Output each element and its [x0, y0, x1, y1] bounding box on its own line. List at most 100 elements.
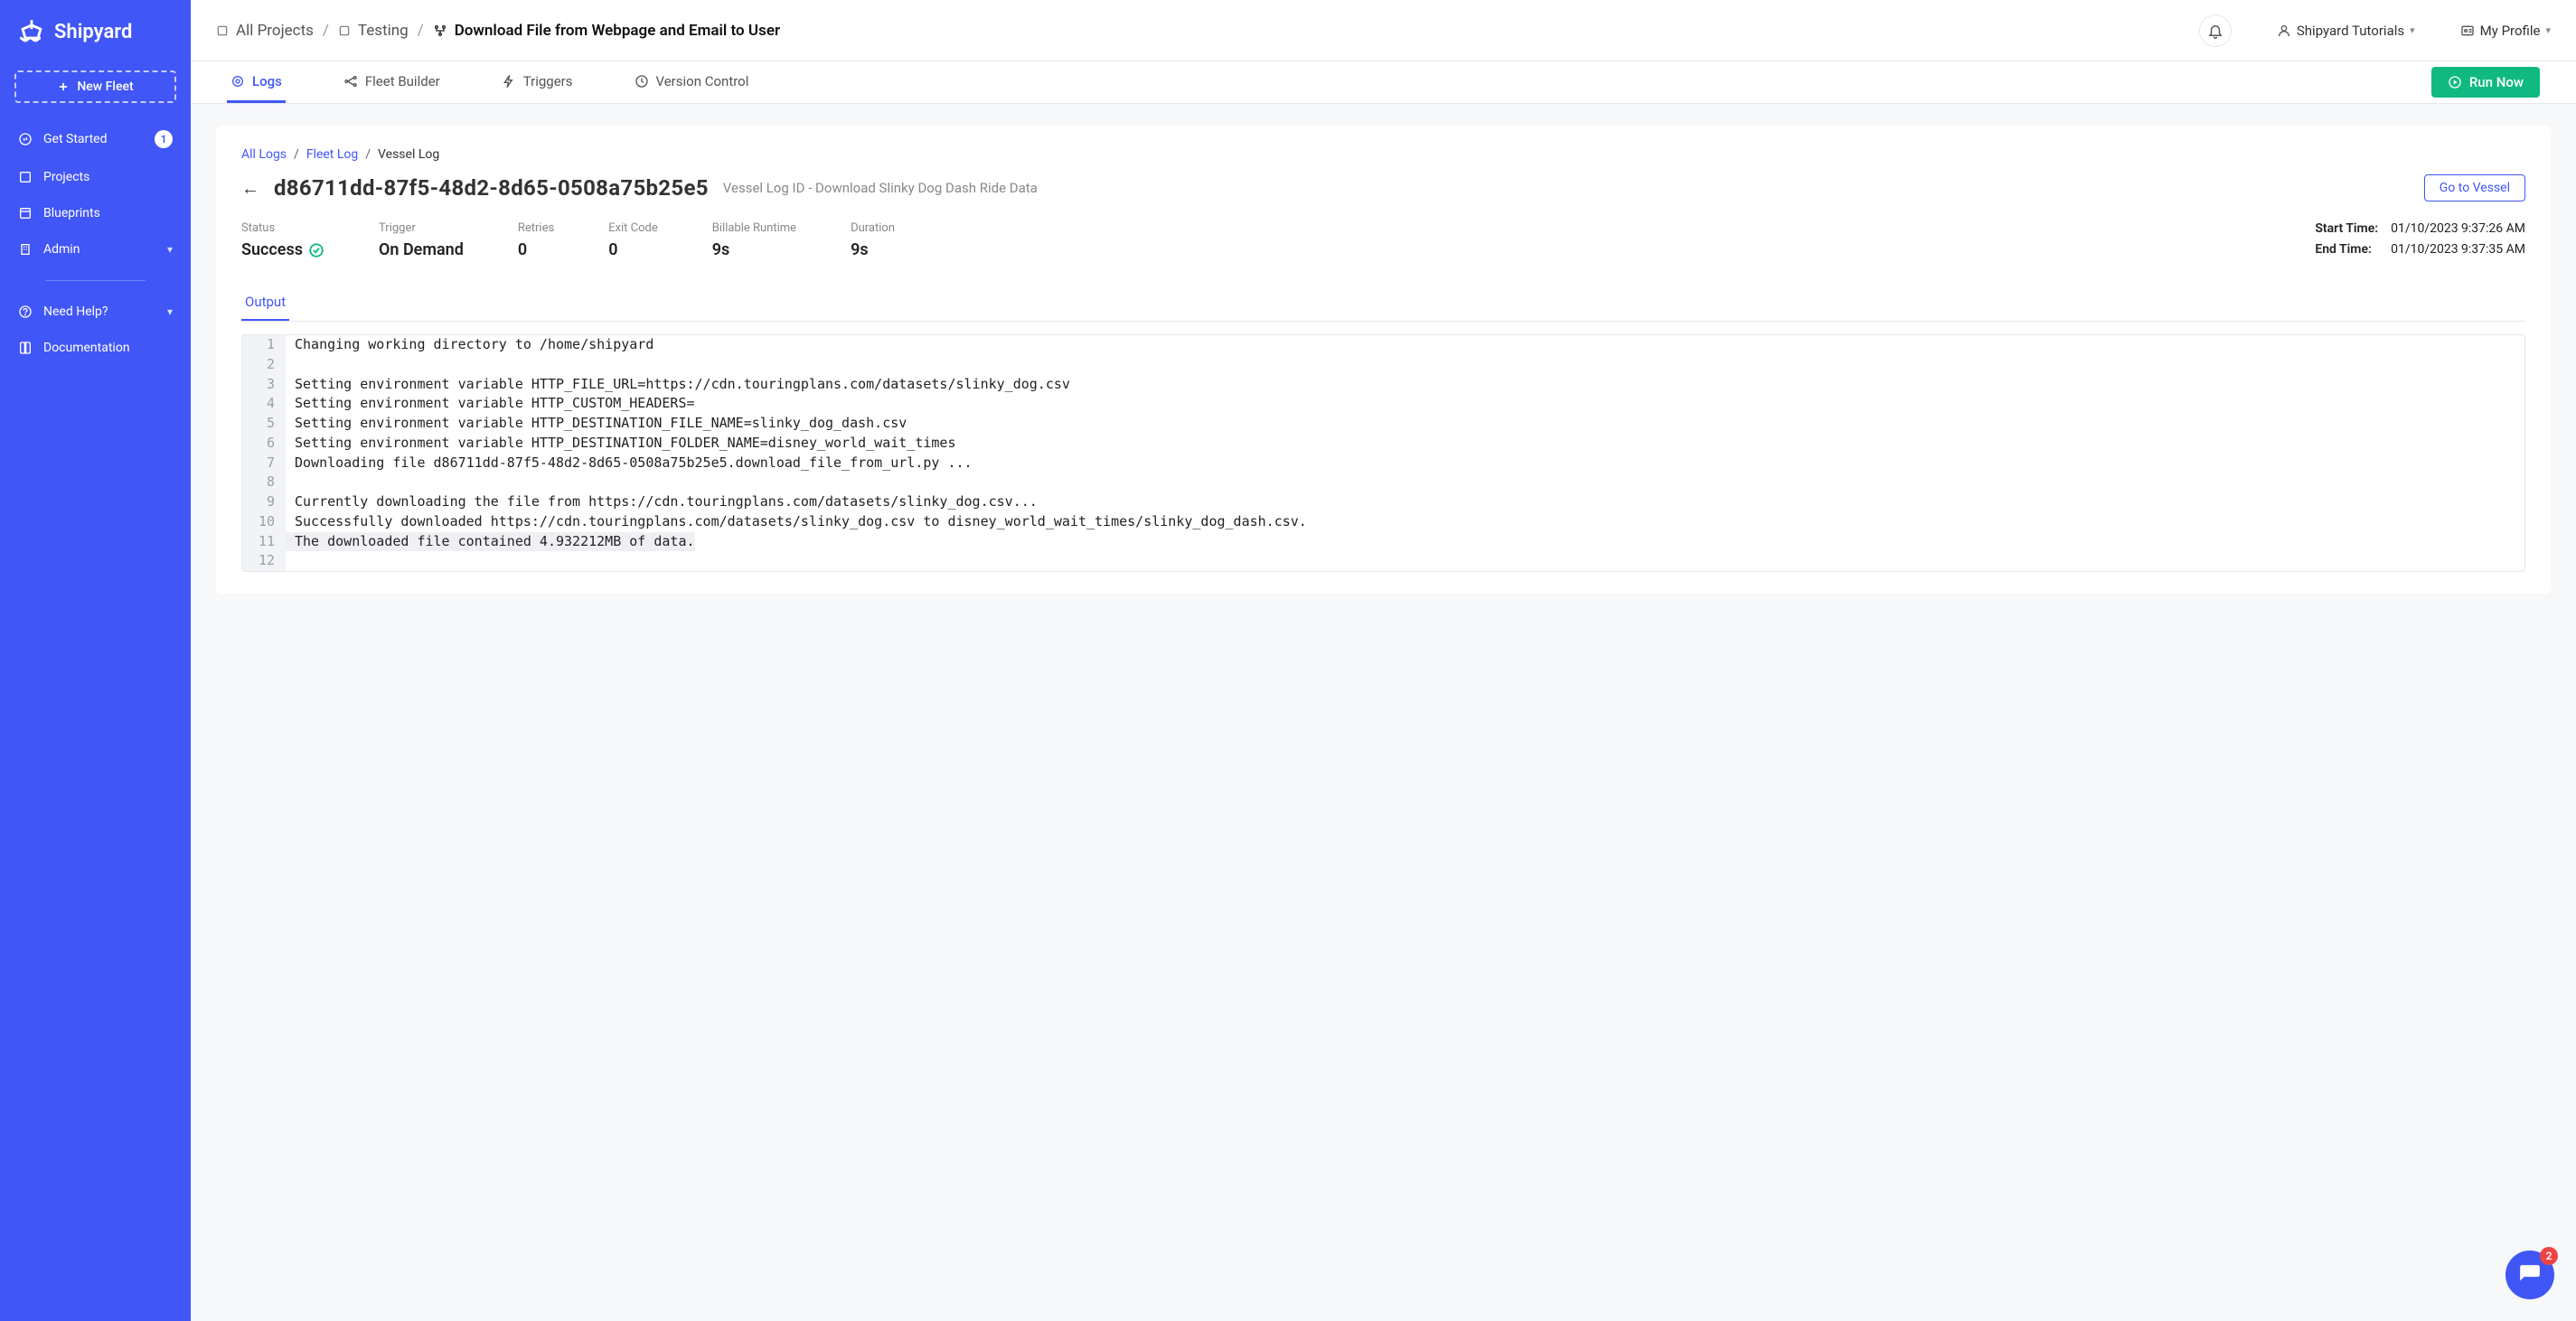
main: All Projects / Testing / Download File f…	[191, 0, 2576, 1321]
stat-value: Success	[241, 240, 324, 259]
sidebar-item-admin[interactable]: Admin ▾	[0, 231, 191, 267]
profile-link[interactable]: My Profile ▾	[2460, 23, 2551, 39]
stat-label: Billable Runtime	[712, 221, 796, 235]
log-output[interactable]: 1Changing working directory to /home/shi…	[241, 334, 2525, 572]
line-text	[286, 473, 295, 492]
chat-notification-badge: 2	[2540, 1247, 2558, 1265]
breadcrumb-all-projects[interactable]: All Projects	[216, 22, 314, 40]
log-line: 9Currently downloading the file from htt…	[242, 492, 2524, 512]
line-text: Setting environment variable HTTP_CUSTOM…	[286, 394, 695, 414]
stat-label: Retries	[518, 221, 554, 235]
tab-label: Logs	[252, 73, 282, 89]
target-icon	[230, 74, 245, 89]
inner-breadcrumb: All Logs / Fleet Log / Vessel Log	[241, 147, 2525, 162]
plus-icon	[57, 80, 70, 93]
output-tabs: Output	[241, 285, 2525, 322]
log-line: 8	[242, 473, 2524, 492]
stats-row: Status Success Trigger On Demand Retries…	[241, 221, 2525, 259]
play-icon	[2448, 75, 2462, 89]
line-text: Setting environment variable HTTP_DESTIN…	[286, 434, 956, 454]
stat-label: Duration	[851, 221, 895, 235]
id-icon	[2460, 23, 2475, 38]
stat-label: Exit Code	[608, 221, 658, 235]
chevron-down-icon: ▾	[2410, 24, 2415, 36]
sidebar-item-projects[interactable]: Projects	[0, 159, 191, 195]
tab-version-control[interactable]: Version Control	[631, 61, 753, 103]
line-text: Downloading file d86711dd-87f5-48d2-8d65…	[286, 454, 973, 473]
sidebar-item-get-started[interactable]: Get Started 1	[0, 119, 191, 159]
line-number: 4	[242, 394, 286, 414]
brand[interactable]: Shipyard	[0, 11, 191, 63]
breadcrumb-current[interactable]: Download File from Webpage and Email to …	[433, 22, 780, 40]
log-line: 3Setting environment variable HTTP_FILE_…	[242, 375, 2524, 395]
stat-value: On Demand	[379, 240, 464, 259]
fleet-icon	[433, 23, 447, 38]
user-icon	[2277, 23, 2291, 38]
folder-icon	[338, 24, 351, 37]
line-number: 7	[242, 454, 286, 473]
back-arrow-icon[interactable]: ←	[241, 177, 259, 200]
tab-logs[interactable]: Logs	[227, 61, 286, 103]
stat-retries: Retries 0	[518, 221, 554, 259]
separator: /	[365, 147, 371, 162]
breadcrumb-separator: /	[418, 22, 424, 40]
sidebar-item-blueprints[interactable]: Blueprints	[0, 195, 191, 231]
log-line: 12	[242, 551, 2524, 571]
stat-label: Trigger	[379, 221, 464, 235]
crumb-fleet-log[interactable]: Fleet Log	[306, 147, 358, 162]
run-now-button[interactable]: Run Now	[2431, 67, 2540, 98]
compass-icon	[18, 132, 33, 146]
stat-value: 0	[608, 240, 658, 259]
blueprint-icon	[18, 206, 33, 220]
new-fleet-button[interactable]: New Fleet	[14, 70, 176, 103]
sidebar-item-label: Get Started	[43, 132, 108, 146]
start-time-label: Start Time:	[2315, 221, 2378, 239]
chat-widget[interactable]: 2	[2505, 1251, 2554, 1299]
line-number: 11	[242, 532, 286, 552]
line-number: 10	[242, 512, 286, 532]
log-line: 1Changing working directory to /home/shi…	[242, 335, 2524, 355]
stat-value: 9s	[851, 240, 895, 259]
run-now-label: Run Now	[2469, 74, 2524, 90]
line-number: 3	[242, 375, 286, 395]
profile-label: My Profile	[2480, 23, 2541, 39]
tab-triggers[interactable]: Triggers	[498, 61, 577, 103]
sidebar-item-label: Need Help?	[43, 304, 108, 319]
line-number: 1	[242, 335, 286, 355]
badge: 1	[155, 130, 173, 148]
tabbar: Logs Fleet Builder Triggers Version Cont…	[191, 61, 2576, 104]
line-number: 6	[242, 434, 286, 454]
breadcrumb-testing[interactable]: Testing	[338, 22, 409, 40]
stat-label: Status	[241, 221, 324, 235]
sidebar-item-docs[interactable]: Documentation	[0, 330, 191, 366]
lightning-icon	[502, 74, 516, 89]
tab-fleet-builder[interactable]: Fleet Builder	[340, 61, 444, 103]
tutorials-link[interactable]: Shipyard Tutorials ▾	[2277, 23, 2415, 39]
go-to-vessel-button[interactable]: Go to Vessel	[2424, 174, 2525, 201]
breadcrumb-separator: /	[323, 22, 329, 40]
breadcrumb-label: Download File from Webpage and Email to …	[455, 22, 780, 40]
tab-label: Triggers	[523, 73, 573, 89]
line-text	[286, 355, 295, 375]
line-text: Currently downloading the file from http…	[286, 492, 1038, 512]
ship-icon	[16, 16, 47, 47]
notifications-button[interactable]	[2199, 14, 2232, 47]
crumb-all-logs[interactable]: All Logs	[241, 147, 287, 162]
new-fleet-label: New Fleet	[77, 80, 133, 94]
output-tab[interactable]: Output	[241, 285, 289, 321]
bell-icon	[2207, 23, 2223, 39]
log-line: 7Downloading file d86711dd-87f5-48d2-8d6…	[242, 454, 2524, 473]
line-text: Successfully downloaded https://cdn.tour…	[286, 512, 1307, 532]
content: All Logs / Fleet Log / Vessel Log ← d867…	[191, 104, 2576, 1321]
sidebar-item-label: Documentation	[43, 341, 130, 355]
line-text: Setting environment variable HTTP_FILE_U…	[286, 375, 1070, 395]
crumb-vessel-log: Vessel Log	[378, 147, 439, 162]
building-icon	[18, 242, 33, 257]
end-time-label: End Time:	[2315, 242, 2378, 259]
sidebar-item-help[interactable]: Need Help? ▾	[0, 294, 191, 330]
breadcrumb-label: All Projects	[236, 22, 314, 40]
folder-icon	[18, 170, 33, 184]
stat-value: 0	[518, 240, 554, 259]
title-line: ← d86711dd-87f5-48d2-8d65-0508a75b25e5 V…	[241, 174, 2525, 201]
folder-icon	[216, 24, 229, 37]
